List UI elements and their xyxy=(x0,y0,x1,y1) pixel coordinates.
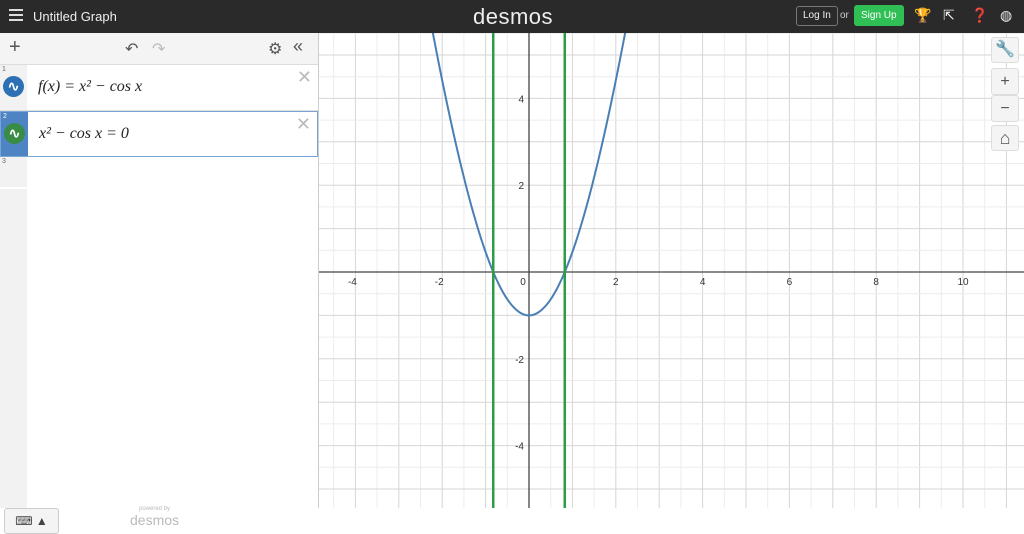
keyboard-toggle-button[interactable]: ⌨ ▲ xyxy=(4,508,59,534)
y-tick-label: 4 xyxy=(518,94,524,105)
graph-settings-wrench-button[interactable]: 🔧 xyxy=(991,37,1019,63)
x-tick-label: 10 xyxy=(957,277,969,288)
expression-row-3[interactable]: 3 xyxy=(0,157,318,187)
zoom-out-button[interactable]: − xyxy=(991,95,1019,122)
signup-button[interactable]: Sign Up xyxy=(854,5,904,26)
x-tick-label: 0 xyxy=(520,277,526,288)
y-tick-label: -4 xyxy=(515,442,524,453)
undo-button[interactable]: ↶ xyxy=(125,39,138,59)
home-zoom-button[interactable]: ⌂ xyxy=(991,125,1019,151)
header-bar: Untitled Graph desmos Log In or Sign Up … xyxy=(0,0,1024,33)
expression-input[interactable]: x² − cos x = 0 xyxy=(39,125,129,143)
x-tick-label: 2 xyxy=(613,277,619,288)
delete-expression-icon[interactable]: ✕ xyxy=(296,114,311,135)
help-icon[interactable]: ❓ xyxy=(971,7,988,24)
trophy-icon[interactable]: 🏆 xyxy=(914,7,931,24)
desmos-logo: desmos xyxy=(473,4,554,29)
redo-button[interactable]: ↷ xyxy=(152,39,165,59)
collapse-panel-button[interactable]: « xyxy=(293,36,303,57)
x-tick-label: -4 xyxy=(348,277,357,288)
y-tick-label: 2 xyxy=(518,181,524,192)
delete-expression-icon[interactable]: ✕ xyxy=(297,67,312,88)
graph-toggle-icon[interactable]: ∿ xyxy=(4,123,25,144)
powered-by-desmos: powered by desmos xyxy=(130,506,180,528)
expression-panel: + ↶ ↷ ⚙ « 1 ∿ f(x) = x² − cos x ✕ 2 ∿ x² −… xyxy=(0,33,319,534)
settings-button[interactable]: ⚙ xyxy=(268,39,282,59)
expression-input[interactable]: f(x) = x² − cos x xyxy=(38,78,142,96)
expression-row-2[interactable]: 2 ∿ x² − cos x = 0 ✕ xyxy=(0,111,318,157)
x-tick-label: -2 xyxy=(435,277,444,288)
expression-row-1[interactable]: 1 ∿ f(x) = x² − cos x ✕ xyxy=(0,65,318,111)
x-tick-label: 8 xyxy=(873,277,879,288)
graph-canvas[interactable]: -4 -2 0 2 4 6 8 10 4 2 -2 -4 xyxy=(319,33,1024,508)
y-tick-label: -2 xyxy=(515,355,524,366)
graph-toggle-icon[interactable]: ∿ xyxy=(3,76,24,97)
share-icon[interactable]: ⇱ xyxy=(943,7,955,24)
globe-icon[interactable]: ◍ xyxy=(1000,7,1012,24)
menu-icon[interactable] xyxy=(9,9,23,21)
expression-toolbar: + ↶ ↷ ⚙ « xyxy=(0,33,318,65)
x-tick-label: 4 xyxy=(700,277,706,288)
graph-title[interactable]: Untitled Graph xyxy=(33,9,117,24)
or-label: or xyxy=(840,10,849,21)
login-button[interactable]: Log In xyxy=(796,6,838,26)
x-tick-label: 6 xyxy=(787,277,793,288)
add-expression-button[interactable]: + xyxy=(9,36,21,59)
zoom-in-button[interactable]: + xyxy=(991,68,1019,95)
